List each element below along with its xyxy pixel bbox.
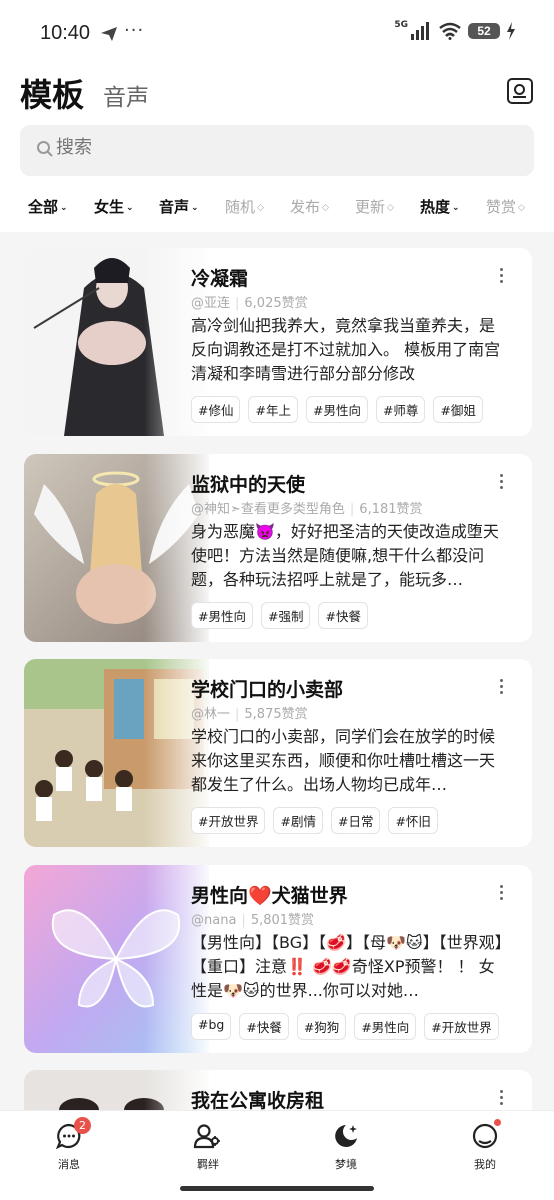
template-card[interactable]: 冷凝霜 @亚连 | 6,025赞赏 高冷剑仙把我养大，竟然拿我当童养夫，是反向调教还… xyxy=(24,248,532,436)
profile-circle-icon xyxy=(472,1123,498,1149)
tag[interactable]: #日常 xyxy=(330,807,381,834)
network-type: 5G xyxy=(394,20,408,30)
filter-female[interactable]: 女生 ⌄ xyxy=(94,196,134,217)
card-title: 学校门口的小卖部 xyxy=(191,679,344,701)
template-card[interactable]: 学校门口的小卖部 @林一 | 5,875赞赏 学校门口的小卖部，同学们会在放学的时候… xyxy=(24,659,532,847)
card-meta: @nana | 5,801赞赏 xyxy=(191,913,315,928)
card-title: 男性向❤️犬猫世界 xyxy=(191,885,348,907)
nav-bonds[interactable]: 羁绊 xyxy=(173,1121,243,1172)
status-right: 5G 52 xyxy=(394,20,516,40)
page-title: 模板 xyxy=(20,76,85,114)
tag[interactable]: #狗狗 xyxy=(296,1013,347,1040)
nav-label: 梦境 xyxy=(335,1158,357,1171)
tag[interactable]: #怀旧 xyxy=(388,807,438,834)
nav-messages[interactable]: 2 消息 xyxy=(34,1117,104,1172)
filter-publish[interactable]: 发布 ◇ xyxy=(290,196,329,217)
tag[interactable]: #快餐 xyxy=(239,1013,289,1040)
profile-card-icon[interactable] xyxy=(507,78,533,104)
filter-all[interactable]: 全部 ⌄ xyxy=(28,196,68,217)
template-card[interactable]: 男性向❤️犬猫世界 @nana | 5,801赞赏 【男性向】【BG】【🥩】【母🐶🐱… xyxy=(24,865,532,1053)
tag[interactable]: #师尊 xyxy=(375,396,426,423)
filter-random[interactable]: 随机 ◇ xyxy=(225,196,264,217)
card-likes: 5,875赞赏 xyxy=(244,707,308,722)
search-icon xyxy=(37,141,53,157)
tag[interactable]: #男性向 xyxy=(191,602,253,629)
header: 模板 音声 xyxy=(0,68,554,120)
card-likes: 6,025赞赏 xyxy=(244,296,308,311)
tag[interactable]: #男性向 xyxy=(354,1013,417,1040)
more-icon[interactable] xyxy=(500,1090,504,1106)
send-icon xyxy=(101,27,117,41)
tag[interactable]: #男性向 xyxy=(305,396,368,423)
search-input[interactable] xyxy=(56,137,456,158)
tag[interactable]: #修仙 xyxy=(191,396,241,423)
card-likes: 5,801赞赏 xyxy=(250,913,315,928)
more-icon[interactable] xyxy=(500,885,504,901)
more-icon[interactable] xyxy=(500,679,504,695)
filter-update[interactable]: 更新 ◇ xyxy=(355,196,394,217)
wifi-icon xyxy=(439,22,461,40)
moon-sparkle-icon xyxy=(335,1125,357,1147)
search-bar[interactable] xyxy=(20,125,534,176)
status-bar: 10:40 ··· 5G 52 xyxy=(0,0,554,68)
card-meta: @神知➣查看更多类型角色 | 6,181赞赏 xyxy=(191,502,423,517)
status-dots: ··· xyxy=(124,20,145,41)
home-indicator[interactable] xyxy=(180,1186,374,1191)
nav-label: 羁绊 xyxy=(197,1158,219,1171)
card-meta: @亚连 | 6,025赞赏 xyxy=(191,296,308,311)
nav-dreams[interactable]: 梦境 xyxy=(311,1121,381,1172)
users-icon xyxy=(193,1124,220,1149)
more-icon[interactable] xyxy=(500,474,504,490)
tag[interactable]: #bg xyxy=(191,1013,232,1040)
charging-icon xyxy=(507,22,515,40)
filter-bar: 全部 ⌄ 女生 ⌄ 音声 ⌄ 随机 ◇ 发布 ◇ 更新 ◇ 热度 ⌄ 赞赏 ◇ xyxy=(0,196,554,222)
tag[interactable]: #开放世界 xyxy=(424,1013,499,1040)
card-author[interactable]: @神知➣查看更多类型角色 xyxy=(191,502,345,517)
card-tags: #男性向 #强制 #快餐 xyxy=(191,602,368,629)
filter-voice[interactable]: 音声 ⌄ xyxy=(159,196,199,217)
card-description: 身为恶魔👿，好好把圣洁的天使改造成堕天使吧！方法当然是随便嘛,想干什么都没问题，… xyxy=(191,522,499,589)
card-description: 高冷剑仙把我养大，竟然拿我当童养夫，是反向调教还是打不过就加入。 模板用了南宫清… xyxy=(191,316,501,383)
nav-profile[interactable]: 我的 xyxy=(450,1119,520,1172)
card-tags: #修仙 #年上 #男性向 #师尊 #御姐 xyxy=(191,396,483,423)
tag[interactable]: #年上 xyxy=(248,396,298,423)
status-time: 10:40 xyxy=(40,22,91,44)
tag[interactable]: #开放世界 xyxy=(191,807,266,834)
card-title: 监狱中的天使 xyxy=(191,474,306,496)
tag[interactable]: #快餐 xyxy=(318,602,368,629)
message-badge: 2 xyxy=(74,1117,91,1134)
more-icon[interactable] xyxy=(500,268,504,284)
tag[interactable]: #强制 xyxy=(260,602,311,629)
card-tags: #bg #快餐 #狗狗 #男性向 #开放世界 xyxy=(191,1013,499,1040)
card-author[interactable]: @亚连 xyxy=(191,296,230,311)
card-meta: @林一 | 5,875赞赏 xyxy=(191,707,308,722)
nav-label: 消息 xyxy=(58,1158,80,1171)
notification-dot xyxy=(494,1119,501,1126)
card-author[interactable]: @nana xyxy=(191,913,236,928)
template-card[interactable]: 监狱中的天使 @神知➣查看更多类型角色 | 6,181赞赏 身为恶魔👿，好好把圣洁的… xyxy=(24,454,532,642)
card-description: 【男性向】【BG】【🥩】【母🐶🐱】【世界观】【重口】注意‼️ 🥩🥩奇怪XP预警！… xyxy=(191,933,503,1000)
tab-voice[interactable]: 音声 xyxy=(103,78,149,112)
battery-indicator: 52 xyxy=(468,23,500,39)
card-tags: #开放世界 #剧情 #日常 #怀旧 xyxy=(191,807,438,834)
nav-label: 我的 xyxy=(474,1158,496,1171)
card-title: 我在公寓收房租 xyxy=(191,1090,325,1112)
card-likes: 6,181赞赏 xyxy=(359,502,423,517)
signal-icon xyxy=(411,22,429,40)
filter-tips[interactable]: 赞赏 ◇ xyxy=(486,196,525,217)
tag[interactable]: #御姐 xyxy=(433,396,483,423)
card-description: 学校门口的小卖部，同学们会在放学的时候来你这里买东西，顺便和你吐槽吐槽这一天都发… xyxy=(191,727,496,794)
tag[interactable]: #剧情 xyxy=(273,807,323,834)
card-author[interactable]: @林一 xyxy=(191,707,230,722)
filter-popularity[interactable]: 热度 ⌄ xyxy=(420,196,460,217)
card-title: 冷凝霜 xyxy=(191,268,249,290)
